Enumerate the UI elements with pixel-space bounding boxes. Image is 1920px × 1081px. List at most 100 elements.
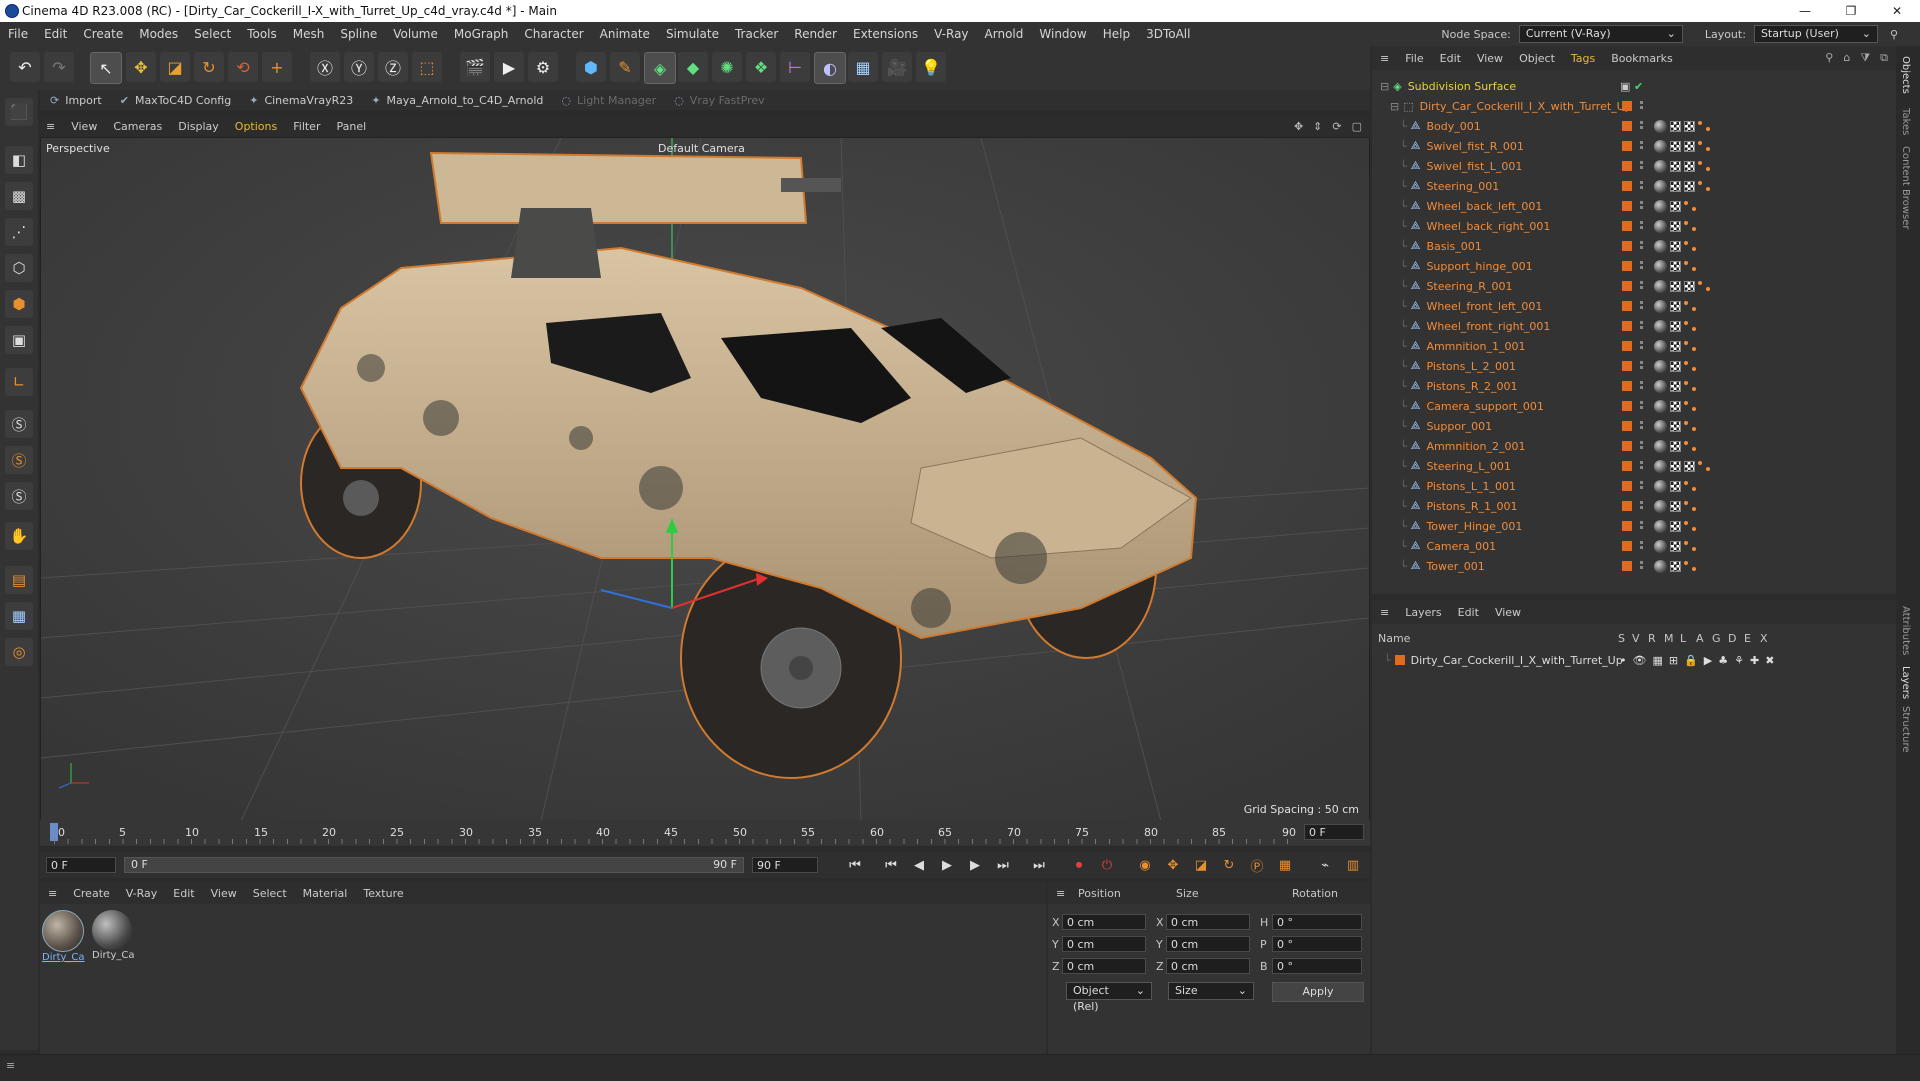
key-rotation-icon[interactable]: ↻ <box>1218 854 1240 876</box>
object-row[interactable]: └ ⟁ Body_001 <box>1372 116 1896 136</box>
vp-menu-panel[interactable]: Panel <box>328 120 374 133</box>
selection-tag-icon[interactable] <box>1684 400 1696 412</box>
recent-tool-icon[interactable]: ⟲ <box>228 52 258 82</box>
material-tag-icon[interactable] <box>1654 539 1667 553</box>
apply-button[interactable]: Apply <box>1272 982 1364 1002</box>
rotate-icon[interactable]: ↻ <box>194 52 224 82</box>
object-row[interactable]: └ ⟁ Support_hinge_001 <box>1372 256 1896 276</box>
material-tag-icon[interactable] <box>1654 419 1667 433</box>
plugin-maxtoc4d[interactable]: ✔ MaxToC4D Config <box>110 94 239 107</box>
visibility-dots-icon[interactable] <box>1640 161 1643 171</box>
visibility-dots-icon[interactable] <box>1640 241 1643 251</box>
search-icon[interactable]: ⚲ <box>1825 51 1833 65</box>
column-solo[interactable]: S <box>1618 632 1625 645</box>
hamburger-icon[interactable]: ≡ <box>1372 52 1397 65</box>
scale-icon[interactable]: ◪ <box>160 52 190 82</box>
menu-3dtoall[interactable]: 3DToAll <box>1138 27 1198 41</box>
pan-view-icon[interactable]: ✥ <box>1294 120 1303 133</box>
obj-menu-object[interactable]: Object <box>1511 52 1563 65</box>
workplane-icon[interactable]: ✋ <box>5 522 33 550</box>
make-editable-icon[interactable]: ⬛ <box>5 98 33 126</box>
visibility-dots-icon[interactable] <box>1640 201 1643 211</box>
menu-spline[interactable]: Spline <box>332 27 385 41</box>
subdivision-icon[interactable]: ◈ <box>644 52 676 84</box>
selection-tag-icon[interactable] <box>1684 540 1696 552</box>
select-arrow-icon[interactable]: ↖ <box>90 52 122 84</box>
visibility-dots-icon[interactable] <box>1640 121 1643 131</box>
texture-tag-icon[interactable] <box>1670 200 1681 212</box>
new-window-icon[interactable]: ⧉ <box>1880 51 1888 65</box>
texture-tag-icon[interactable] <box>1670 560 1681 572</box>
search-icon[interactable]: ⚲ <box>1890 28 1898 41</box>
menu-modes[interactable]: Modes <box>131 27 186 41</box>
add-object-icon[interactable]: + <box>262 52 292 82</box>
visibility-dots-icon[interactable] <box>1640 281 1643 291</box>
mat-menu-texture[interactable]: Texture <box>355 887 411 900</box>
object-row[interactable]: └ ⟁ Tower_001 <box>1372 556 1896 576</box>
object-row-root[interactable]: ⊟ ◈ Subdivision Surface ▣ ✔ <box>1372 76 1896 96</box>
previous-frame-icon[interactable]: ◀ <box>908 854 930 876</box>
tab-objects[interactable]: Objects <box>1900 56 1911 94</box>
size-y-field[interactable]: 0 cm <box>1166 936 1250 952</box>
start-frame-field[interactable]: 0 F <box>46 857 116 873</box>
column-animation[interactable]: A <box>1696 632 1704 645</box>
menu-volume[interactable]: Volume <box>385 27 446 41</box>
lock-workplane-icon[interactable]: ▦ <box>5 602 33 630</box>
expression-icon[interactable]: ✚ <box>1750 654 1759 667</box>
filter-icon[interactable]: ⧩ <box>1860 51 1870 65</box>
y-axis-icon[interactable]: Ⓨ <box>344 52 374 82</box>
material-tag-icon[interactable] <box>1654 279 1667 293</box>
texture-tag-icon[interactable] <box>1670 440 1681 452</box>
menu-arnold[interactable]: Arnold <box>977 27 1032 41</box>
solo-icon[interactable]: ◎ <box>5 638 33 666</box>
tab-content-browser[interactable]: Content Browser <box>1900 146 1911 229</box>
material-tag-icon[interactable] <box>1654 239 1667 253</box>
texture-tag-icon[interactable] <box>1670 120 1681 132</box>
object-row[interactable]: └ ⟁ Wheel_front_left_001 <box>1372 296 1896 316</box>
object-row[interactable]: └ ⟁ Steering_R_001 <box>1372 276 1896 296</box>
texture-tag-icon[interactable] <box>1670 520 1681 532</box>
menu-vray[interactable]: V-Ray <box>926 27 976 41</box>
obj-menu-view[interactable]: View <box>1469 52 1511 65</box>
layer-menu-view[interactable]: View <box>1487 606 1529 619</box>
go-to-end-icon[interactable]: ⏭ <box>1028 854 1050 876</box>
position-x-field[interactable]: 0 cm <box>1062 914 1146 930</box>
hamburger-icon[interactable]: ≡ <box>1048 887 1073 900</box>
material-swatch[interactable]: Dirty_Ca <box>92 910 136 961</box>
menu-tracker[interactable]: Tracker <box>727 27 786 41</box>
object-row[interactable]: └ ⟁ Wheel_back_left_001 <box>1372 196 1896 216</box>
column-expressions[interactable]: E <box>1744 632 1751 645</box>
tab-layers[interactable]: Layers <box>1900 666 1911 699</box>
visibility-dots-icon[interactable] <box>1640 381 1643 391</box>
layer-color-icon[interactable] <box>1394 655 1405 665</box>
selection-tag-icon[interactable] <box>1698 460 1710 472</box>
record-icon[interactable]: ⏺ <box>1068 854 1090 876</box>
key-position-icon[interactable]: ✥ <box>1162 854 1184 876</box>
menu-animate[interactable]: Animate <box>592 27 658 41</box>
texture-tag-icon[interactable] <box>1670 420 1681 432</box>
column-generators[interactable]: G <box>1712 632 1721 645</box>
material-tag-icon[interactable] <box>1654 219 1667 233</box>
material-swatch[interactable]: Dirty_Ca <box>42 910 86 963</box>
menu-mograph[interactable]: MoGraph <box>446 27 517 41</box>
material-tag-icon[interactable] <box>1654 179 1667 193</box>
generator-icon[interactable]: ◆ <box>678 52 708 82</box>
coordinate-system-icon[interactable]: ⬚ <box>412 52 442 82</box>
menu-window[interactable]: Window <box>1031 27 1094 41</box>
position-z-field[interactable]: 0 cm <box>1062 958 1146 974</box>
zoom-view-icon[interactable]: ⇕ <box>1313 120 1322 133</box>
hamburger-icon[interactable]: ≡ <box>38 120 63 133</box>
camera-icon[interactable]: 🎥 <box>882 52 912 82</box>
visibility-dots-icon[interactable] <box>1640 361 1643 371</box>
selection-tag-icon[interactable] <box>1684 480 1696 492</box>
status-menu-icon[interactable]: ≡ <box>6 1059 15 1072</box>
rotation-h-field[interactable]: 0 ° <box>1272 914 1362 930</box>
obj-menu-tags[interactable]: Tags <box>1563 52 1603 65</box>
hamburger-icon[interactable]: ≡ <box>1372 606 1397 619</box>
texture-tag-icon[interactable] <box>1684 160 1695 172</box>
layout-dropdown[interactable]: Startup (User) ⌄ <box>1753 25 1878 43</box>
texture-tag-icon[interactable] <box>1670 240 1681 252</box>
eye-icon[interactable]: 👁 <box>1633 654 1647 667</box>
menu-edit[interactable]: Edit <box>36 27 75 41</box>
menu-extensions[interactable]: Extensions <box>845 27 926 41</box>
